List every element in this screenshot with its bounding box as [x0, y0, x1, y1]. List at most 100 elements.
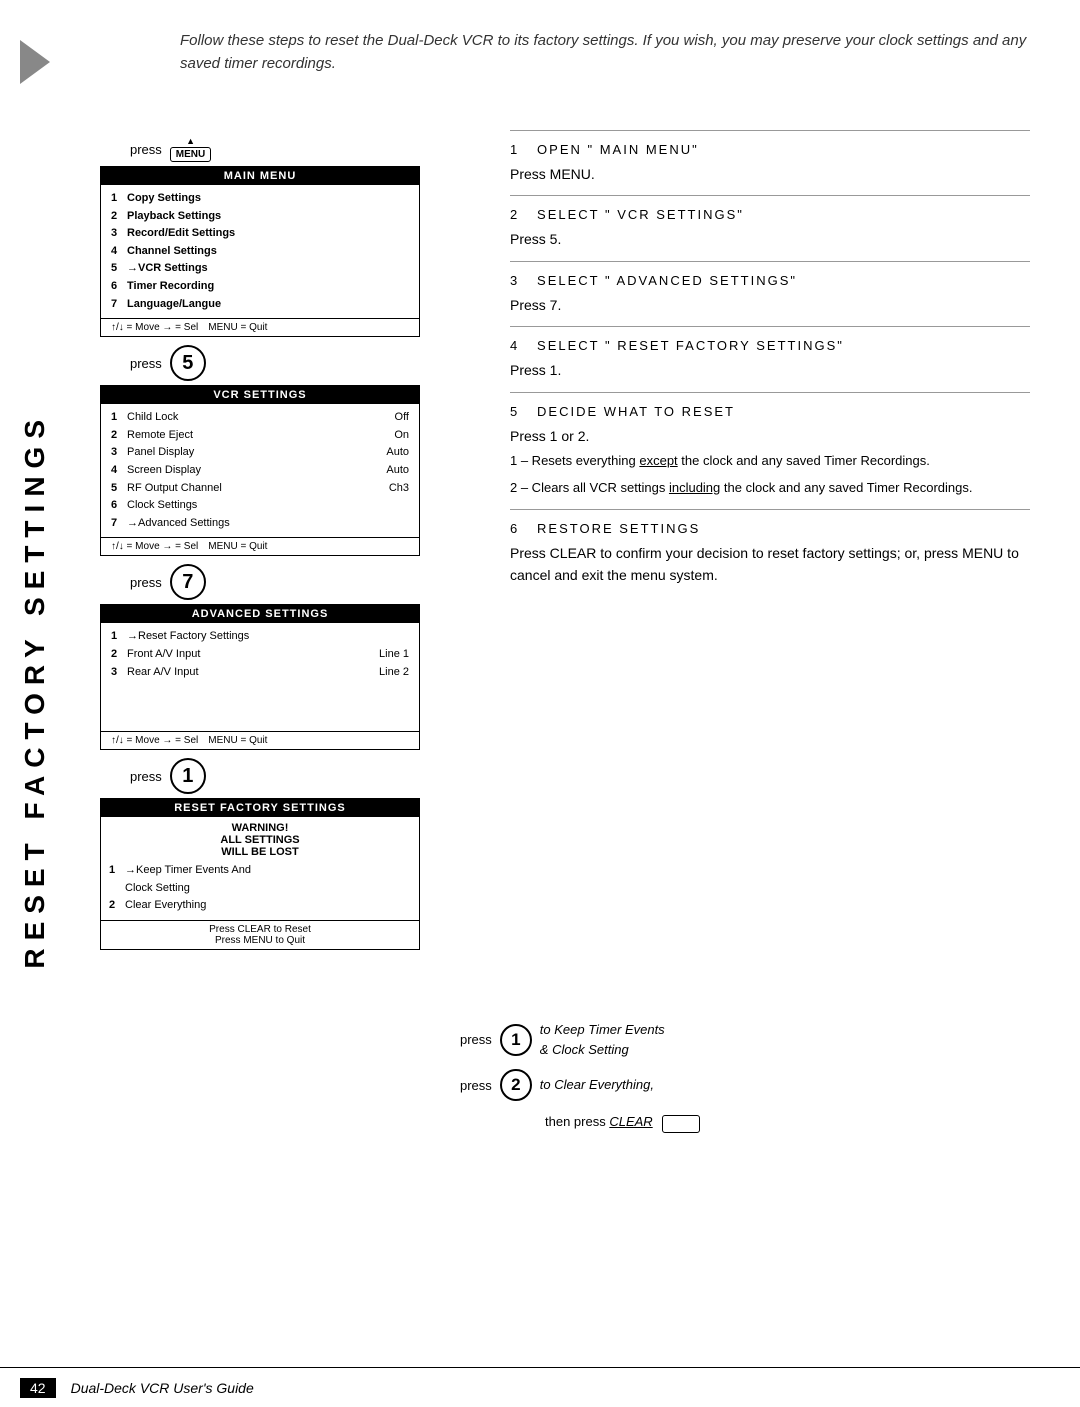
then-press-label: then press: [545, 1114, 609, 1129]
rf-item-2: 2 Clear Everything: [109, 897, 411, 915]
adv-item-3: 3 Rear A/V Input Line 2: [111, 664, 409, 682]
vcr-item-6: 6 Clock Settings: [111, 497, 409, 515]
vcr-item-2: 2 Remote Eject On: [111, 427, 409, 445]
step-2-row: 2 SELECT " VCR SETTINGS" Press 5.: [510, 195, 1030, 260]
main-menu-nav: ↑/↓ = Move → = Sel MENU = Quit: [101, 318, 419, 336]
vcr-settings-title: VCR SETTINGS: [101, 386, 419, 404]
reset-footer-1: Press CLEAR to Reset: [109, 924, 411, 935]
diagram-step2: press 5 VCR SETTINGS 1 Child Lock Off 2: [100, 345, 460, 556]
press-circle-bottom-1: 1: [500, 1024, 532, 1056]
menu-item-7: 7 Language/Langue: [111, 296, 409, 314]
then-press-clear-row: then press CLEAR: [545, 1111, 1040, 1133]
vertical-title-section: RESET FACTORY SETTINGS: [0, 0, 70, 1380]
main-menu-body: 1 Copy Settings 2 Playback Settings 3 Re…: [101, 185, 419, 318]
diagram-step4: press 1 RESET FACTORY SETTINGS WARNING! …: [100, 758, 460, 950]
step-1-body: Press MENU.: [510, 163, 1030, 185]
step-6-body: Press CLEAR to confirm your decision to …: [510, 542, 1030, 587]
press-2-inline: press 2 to Clear Everything,: [460, 1069, 1040, 1101]
step-4-title: SELECT " RESET FACTORY SETTINGS": [537, 338, 844, 353]
rf-item-1: 1 →Keep Timer Events And: [109, 862, 411, 880]
step-6-header: 6 RESTORE SETTINGS: [510, 520, 1030, 538]
reset-factory-title: RESET FACTORY SETTINGS: [101, 799, 419, 817]
press-row-5: press 5: [130, 345, 460, 381]
step-3-row: 3 SELECT " ADVANCED SETTINGS" Press 7.: [510, 261, 1030, 326]
press-row-1: press 1: [130, 758, 460, 794]
page-footer: 42 Dual-Deck VCR User's Guide: [0, 1367, 1080, 1407]
advanced-settings-box: ADVANCED SETTINGS 1 →Reset Factory Setti…: [100, 604, 420, 750]
step-5-detail2: 2 – Clears all VCR settings including th…: [510, 478, 1030, 499]
rf-item-1b: Clock Setting: [109, 880, 411, 898]
menu-button-icon: MENU: [170, 147, 211, 162]
step-3-title: SELECT " ADVANCED SETTINGS": [537, 273, 797, 288]
step-1-header: 1 OPEN " MAIN MENU": [510, 141, 1030, 159]
press-row-7: press 7: [130, 564, 460, 600]
intro-text: Follow these steps to reset the Dual-Dec…: [180, 30, 1040, 75]
bottom-press-section: press 1 to Keep Timer Events& Clock Sett…: [460, 1020, 1040, 1133]
reset-factory-box: RESET FACTORY SETTINGS WARNING! ALL SETT…: [100, 798, 420, 950]
clear-label: CLEAR: [609, 1114, 652, 1129]
press-circle-7: 7: [170, 564, 206, 600]
vcr-item-3: 3 Panel Display Auto: [111, 444, 409, 462]
menu-item-3: 3 Record/Edit Settings: [111, 225, 409, 243]
page-vertical-title: RESET FACTORY SETTINGS: [19, 412, 51, 969]
adv-item-1: 1 →Reset Factory Settings: [111, 628, 409, 646]
press-label-1: press: [130, 142, 162, 157]
step-5-row: 5 DECIDE WHAT TO RESET Press 1 or 2. 1 –…: [510, 392, 1030, 509]
vcr-settings-box: VCR SETTINGS 1 Child Lock Off 2 Remote E…: [100, 385, 420, 556]
main-menu-title: MAIN MENU: [101, 167, 419, 185]
menu-item-2: 2 Playback Settings: [111, 208, 409, 226]
press-1-row: press 1 to Keep Timer Events& Clock Sett…: [460, 1020, 1040, 1059]
press-2-label: press: [460, 1078, 492, 1093]
reset-factory-footer: Press CLEAR to Reset Press MENU to Quit: [101, 920, 419, 949]
advanced-settings-title: ADVANCED SETTINGS: [101, 605, 419, 623]
step-2-body: Press 5.: [510, 228, 1030, 250]
vcr-settings-nav: ↑/↓ = Move → = Sel MENU = Quit: [101, 537, 419, 555]
step-4-body: Press 1.: [510, 359, 1030, 381]
press-1-text: to Keep Timer Events& Clock Setting: [540, 1020, 665, 1059]
press-circle-bottom-2: 2: [500, 1069, 532, 1101]
page-number: 42: [20, 1378, 56, 1398]
menu-item-5: 5 →VCR Settings: [111, 260, 409, 278]
triangle-arrow-icon: [20, 40, 50, 84]
step-5-title: DECIDE WHAT TO RESET: [537, 404, 735, 419]
press-row-menu: press ▲ MENU: [130, 136, 460, 162]
vcr-item-1: 1 Child Lock Off: [111, 409, 409, 427]
press-1-label: press: [460, 1032, 492, 1047]
warning-text-2: ALL SETTINGS: [109, 834, 411, 846]
advanced-settings-nav: ↑/↓ = Move → = Sel MENU = Quit: [101, 731, 419, 749]
main-menu-box: MAIN MENU 1 Copy Settings 2 Playback Set…: [100, 166, 420, 337]
diagram-step3: press 7 ADVANCED SETTINGS 1 →Reset Facto…: [100, 564, 460, 750]
advanced-settings-body: 1 →Reset Factory Settings 2 Front A/V In…: [101, 623, 419, 731]
clear-button[interactable]: [662, 1115, 700, 1133]
footer-title: Dual-Deck VCR User's Guide: [71, 1380, 254, 1396]
press-circle-5: 5: [170, 345, 206, 381]
warning-text-3: WILL BE LOST: [109, 846, 411, 858]
step-2-title: SELECT " VCR SETTINGS": [537, 207, 744, 222]
press-2-row: press 2 to Clear Everything, then press …: [460, 1069, 1040, 1133]
press-label-4: press: [130, 769, 162, 784]
vcr-item-5: 5 RF Output Channel Ch3: [111, 480, 409, 498]
diagram-step1: press ▲ MENU MAIN MENU 1 Copy Settings 2…: [100, 136, 460, 337]
right-column-steps: 1 OPEN " MAIN MENU" Press MENU. 2 SELECT…: [510, 130, 1030, 596]
step-1-title: OPEN " MAIN MENU": [537, 142, 699, 157]
menu-item-4: 4 Channel Settings: [111, 243, 409, 261]
step-5-body: Press 1 or 2.: [510, 425, 1030, 447]
adv-item-2: 2 Front A/V Input Line 1: [111, 646, 409, 664]
reset-footer-2: Press MENU to Quit: [109, 935, 411, 946]
step-4-header: 4 SELECT " RESET FACTORY SETTINGS": [510, 337, 1030, 355]
warning-text-1: WARNING!: [109, 822, 411, 834]
reset-factory-body: WARNING! ALL SETTINGS WILL BE LOST 1 →Ke…: [101, 817, 419, 920]
step-4-row: 4 SELECT " RESET FACTORY SETTINGS" Press…: [510, 326, 1030, 391]
step-6-row: 6 RESTORE SETTINGS Press CLEAR to confir…: [510, 509, 1030, 597]
press-label-2: press: [130, 356, 162, 371]
step-5-header: 5 DECIDE WHAT TO RESET: [510, 403, 1030, 421]
main-content: Follow these steps to reset the Dual-Dec…: [80, 0, 1060, 1380]
press-label-3: press: [130, 575, 162, 590]
step-2-header: 2 SELECT " VCR SETTINGS": [510, 206, 1030, 224]
step-6-title: RESTORE SETTINGS: [537, 521, 700, 536]
left-column-diagrams: press ▲ MENU MAIN MENU 1 Copy Settings 2…: [100, 130, 460, 958]
menu-item-1: 1 Copy Settings: [111, 190, 409, 208]
menu-item-6: 6 Timer Recording: [111, 278, 409, 296]
vcr-item-7: 7 →Advanced Settings: [111, 515, 409, 533]
press-2-text: to Clear Everything,: [540, 1075, 654, 1095]
